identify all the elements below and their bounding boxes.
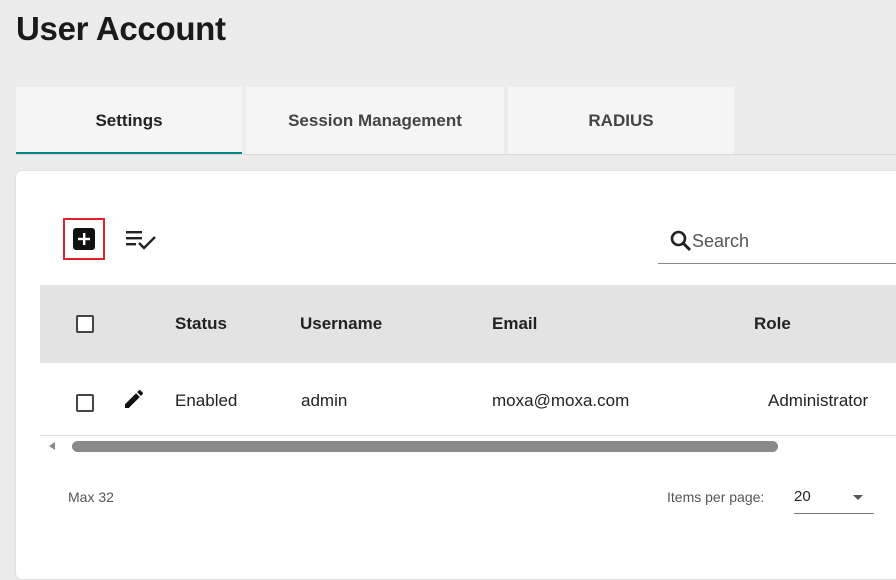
page-title: User Account xyxy=(16,10,226,47)
checklist-icon[interactable] xyxy=(124,226,160,254)
search-input[interactable] xyxy=(692,228,892,254)
edit-icon[interactable] xyxy=(122,387,146,411)
tab-settings[interactable]: Settings xyxy=(16,87,242,155)
tab-divider xyxy=(16,154,896,155)
tab-bar: Settings Session Management RADIUS xyxy=(16,87,738,155)
scroll-left-arrow-icon[interactable] xyxy=(49,442,55,450)
search-field xyxy=(658,218,896,264)
horizontal-scrollbar[interactable] xyxy=(40,437,896,455)
select-all-checkbox[interactable] xyxy=(76,315,94,333)
table-header: Status Username Email Role xyxy=(40,285,896,363)
dropdown-caret-icon xyxy=(853,495,863,500)
tab-radius[interactable]: RADIUS xyxy=(508,87,734,155)
table-row: Enabled admin moxa@moxa.com Administrato… xyxy=(40,363,896,436)
items-per-page-label: Items per page: xyxy=(667,489,765,505)
column-header-status[interactable]: Status xyxy=(175,314,227,334)
row-checkbox[interactable] xyxy=(76,394,94,412)
items-per-page-value: 20 xyxy=(794,488,811,505)
add-user-button[interactable] xyxy=(63,218,105,260)
column-header-role[interactable]: Role xyxy=(754,314,791,334)
add-box-icon xyxy=(73,228,95,250)
column-header-username[interactable]: Username xyxy=(300,314,382,334)
cell-status: Enabled xyxy=(175,391,238,410)
max-users-label: Max 32 xyxy=(68,489,114,505)
search-icon xyxy=(670,230,692,252)
cell-email: moxa@moxa.com xyxy=(492,391,630,410)
cell-username: admin xyxy=(301,391,348,410)
items-per-page-select[interactable]: 20 xyxy=(794,482,874,514)
cell-role: Administrator xyxy=(768,391,869,410)
tab-session-management[interactable]: Session Management xyxy=(246,87,504,155)
scrollbar-thumb[interactable] xyxy=(72,441,778,452)
column-header-email[interactable]: Email xyxy=(492,314,537,334)
